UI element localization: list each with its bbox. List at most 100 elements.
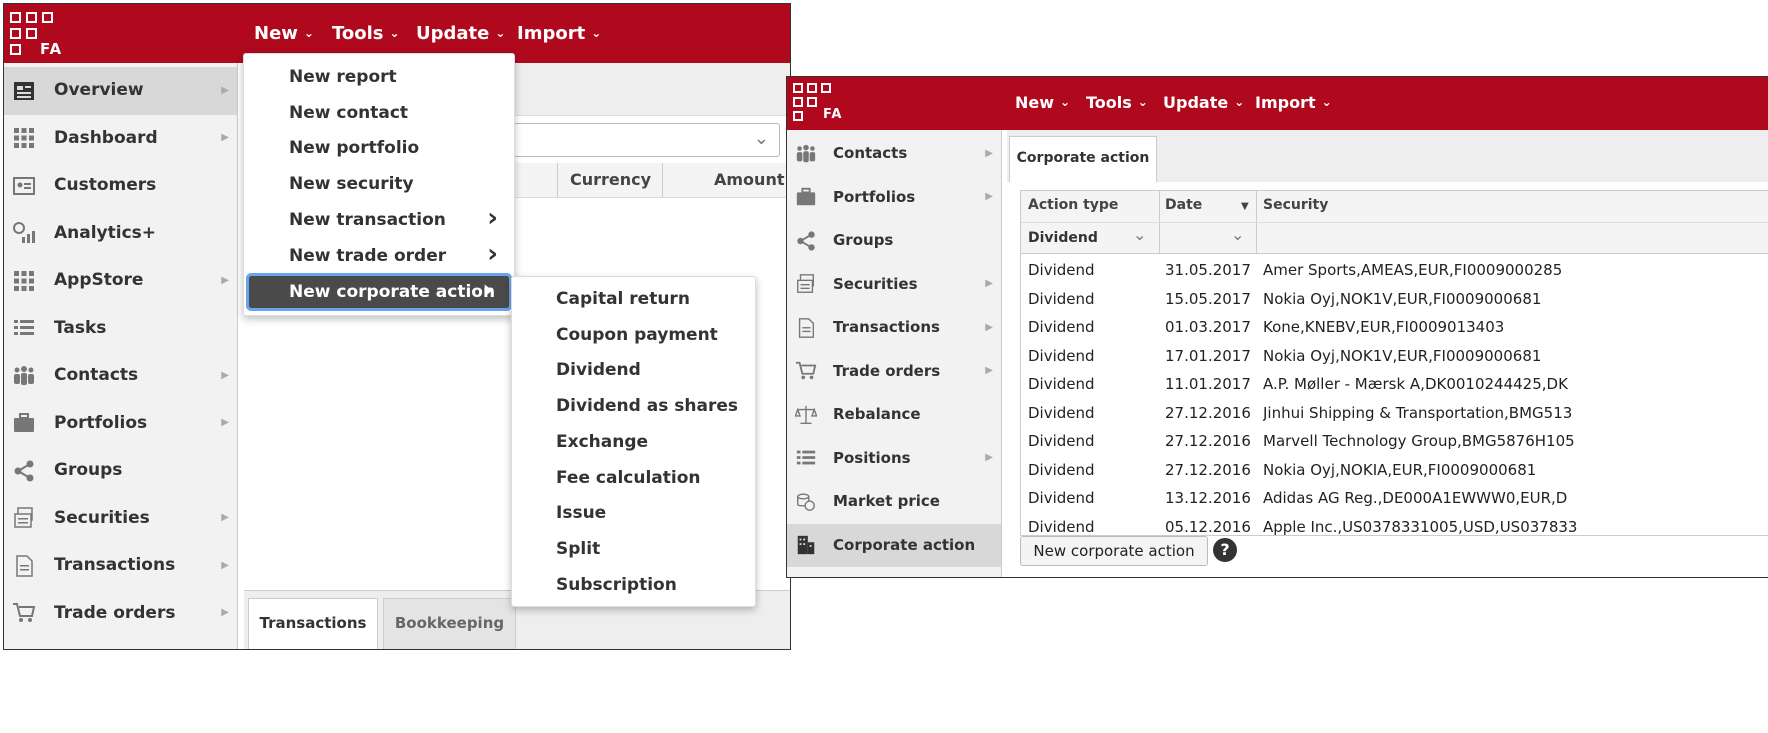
sidebar-item-appstore[interactable]: AppStore ▶ bbox=[4, 257, 237, 305]
menu-item-label: New report bbox=[289, 67, 397, 87]
cell-date: 11.01.2017 bbox=[1165, 375, 1251, 393]
submenu-item-dividend-as-shares[interactable]: Dividend as shares bbox=[512, 390, 755, 422]
sidebar-item-rebalance[interactable]: Rebalance bbox=[787, 393, 1001, 437]
table-row[interactable]: Dividend 15.05.2017 Nokia Oyj,NOK1V,EUR,FI… bbox=[1021, 286, 1768, 314]
sort-desc-icon[interactable]: ▼ bbox=[1241, 201, 1249, 212]
table-row[interactable]: Dividend 17.01.2017 Nokia Oyj,NOK1V,EUR,FI… bbox=[1021, 343, 1768, 371]
sidebar-item-label: Rebalance bbox=[833, 405, 921, 424]
table-row[interactable]: Dividend 11.01.2017 A.P. Møller - Mærsk A,… bbox=[1021, 371, 1768, 399]
table-row[interactable]: Dividend 01.03.2017 Kone,KNEBV,EUR,FI00090… bbox=[1021, 314, 1768, 342]
submenu-item-exchange[interactable]: Exchange bbox=[512, 426, 755, 458]
cell-security: Nokia Oyj,NOK1V,EUR,FI0009000681 bbox=[1263, 289, 1542, 308]
sidebar-item-analytics[interactable]: Analytics+ bbox=[4, 210, 237, 258]
cell-security: Kone,KNEBV,EUR,FI0009013403 bbox=[1263, 318, 1505, 336]
cell-type: Dividend bbox=[1028, 403, 1095, 422]
submenu-item-subscription[interactable]: Subscription bbox=[512, 569, 755, 601]
menu-tools[interactable]: Tools ⌄ bbox=[332, 23, 400, 44]
sidebar-item-securities[interactable]: Securities ▶ bbox=[787, 263, 1001, 307]
submenu-item-dividend[interactable]: Dividend bbox=[512, 354, 755, 386]
tab-transactions[interactable]: Transactions bbox=[248, 598, 378, 649]
submenu-item-split[interactable]: Split bbox=[512, 533, 755, 565]
transactions-icon bbox=[795, 317, 817, 339]
caret-right-icon: ▶ bbox=[221, 369, 229, 381]
sidebar-item-label: Portfolios bbox=[833, 187, 916, 206]
column-header-security[interactable]: Security bbox=[1263, 197, 1328, 213]
submenu-item-fee-calculation[interactable]: Fee calculation bbox=[512, 462, 755, 494]
table-row[interactable]: Dividend 13.12.2016 Adidas AG Reg.,DE000A1… bbox=[1021, 485, 1768, 513]
table-row[interactable]: Dividend 27.12.2016 Nokia Oyj,NOKIA,EUR,FI… bbox=[1021, 457, 1768, 485]
menu-update[interactable]: Update ⌄ bbox=[1163, 93, 1244, 112]
sidebar-item-label: Contacts bbox=[54, 365, 139, 386]
menu-tools[interactable]: Tools ⌄ bbox=[1086, 93, 1148, 112]
table-row[interactable]: Dividend 27.12.2016 Marvell Technology Gro… bbox=[1021, 428, 1768, 456]
menu-item-new-report[interactable]: New report bbox=[244, 61, 514, 93]
help-icon[interactable]: ? bbox=[1213, 538, 1237, 562]
cell-date: 27.12.2016 bbox=[1165, 403, 1251, 422]
appstore-icon bbox=[12, 269, 36, 293]
sidebar-item-securities[interactable]: Securities ▶ bbox=[4, 495, 237, 543]
cell-security: A.P. Møller - Mærsk A,DK0010244425,DK bbox=[1263, 375, 1568, 393]
sidebar-item-label: Securities bbox=[54, 507, 150, 528]
sidebar-item-portfolios[interactable]: Portfolios ▶ bbox=[787, 176, 1001, 220]
chevron-down-icon: ⌄ bbox=[753, 128, 769, 149]
sidebar-item-overview[interactable]: Overview ▶ bbox=[4, 67, 237, 115]
sidebar-item-transactions[interactable]: Transactions ▶ bbox=[4, 542, 237, 590]
cell-date: 01.03.2017 bbox=[1165, 318, 1251, 336]
sidebar-item-groups[interactable]: Groups bbox=[4, 447, 237, 495]
menu-item-label: New transaction bbox=[289, 209, 446, 230]
submenu-item-capital-return[interactable]: Capital return bbox=[512, 283, 755, 315]
chevron-down-icon[interactable]: ⌄ bbox=[1133, 225, 1146, 244]
column-header-date[interactable]: Date bbox=[1165, 197, 1202, 213]
menu-new[interactable]: New ⌄ bbox=[1015, 93, 1070, 112]
sidebar-item-groups[interactable]: Groups bbox=[787, 219, 1001, 263]
menu-item-new-contact[interactable]: New contact bbox=[244, 97, 514, 129]
menu-item-new-portfolio[interactable]: New portfolio bbox=[244, 132, 514, 164]
caret-right-icon: ▶ bbox=[985, 191, 993, 203]
sidebar-item-contacts[interactable]: Contacts ▶ bbox=[787, 132, 1001, 176]
sidebar-item-corporate-action[interactable]: Corporate action bbox=[787, 523, 1001, 567]
submenu-item-coupon-payment[interactable]: Coupon payment bbox=[512, 319, 755, 351]
menu-item-label: New corporate action bbox=[289, 282, 496, 303]
menu-item-new-trade-order[interactable]: New trade order › bbox=[244, 239, 514, 272]
cell-security: Adidas AG Reg.,DE000A1EWWW0,EUR,D bbox=[1263, 489, 1568, 507]
menu-item-new-transaction[interactable]: New transaction › bbox=[244, 202, 514, 236]
sidebar-item-customers[interactable]: Customers bbox=[4, 162, 237, 210]
cell-date: 05.12.2016 bbox=[1165, 517, 1251, 536]
table-row[interactable]: Dividend 05.12.2016 Apple Inc.,US037833100… bbox=[1021, 514, 1768, 536]
new-corporate-action-button[interactable]: New corporate action bbox=[1020, 536, 1208, 566]
sidebar-item-trade-orders[interactable]: Trade orders ▶ bbox=[787, 350, 1001, 394]
table-row[interactable]: Dividend 27.12.2016 Jinhui Shipping & Tran… bbox=[1021, 400, 1768, 428]
menu-item-new-security[interactable]: New security bbox=[244, 168, 514, 200]
tab-corporate-action[interactable]: Corporate action bbox=[1009, 136, 1157, 183]
tab-bookkeeping[interactable]: Bookkeeping bbox=[383, 598, 516, 649]
chevron-down-icon[interactable]: ⌄ bbox=[1231, 225, 1244, 244]
chevron-right-icon: › bbox=[487, 202, 498, 233]
menu-update[interactable]: Update ⌄ bbox=[416, 23, 505, 44]
sidebar-item-trade-orders[interactable]: Trade orders ▶ bbox=[4, 590, 237, 638]
menu-import[interactable]: Import ⌄ bbox=[517, 23, 601, 44]
sidebar-item-transactions[interactable]: Transactions ▶ bbox=[787, 306, 1001, 350]
sidebar-item-portfolios[interactable]: Portfolios ▶ bbox=[4, 400, 237, 448]
sidebar-item-tasks[interactable]: Tasks bbox=[4, 305, 237, 353]
caret-right-icon: ▶ bbox=[221, 512, 229, 524]
submenu-item-issue[interactable]: Issue bbox=[512, 497, 755, 529]
sidebar-item-positions[interactable]: Positions ▶ bbox=[787, 437, 1001, 481]
menu-new[interactable]: New ⌄ bbox=[254, 23, 314, 44]
menu-item-new-corporate-action[interactable]: New corporate action › bbox=[246, 273, 512, 312]
filter-select[interactable]: ⌄ bbox=[506, 123, 780, 157]
column-header-action-type[interactable]: Action type bbox=[1028, 197, 1118, 213]
sidebar-item-market-price[interactable]: Market price bbox=[787, 480, 1001, 524]
cell-date: 27.12.2016 bbox=[1165, 460, 1251, 479]
column-header-currency[interactable]: Currency bbox=[557, 163, 663, 197]
sidebar-item-contacts[interactable]: Contacts ▶ bbox=[4, 352, 237, 400]
filter-action-type[interactable]: Dividend bbox=[1028, 230, 1098, 246]
filter-security[interactable] bbox=[1258, 223, 1768, 252]
column-header-amount[interactable]: Amount bbox=[714, 163, 784, 197]
table-row[interactable]: Dividend 31.05.2017 Amer Sports,AMEAS,EUR,… bbox=[1021, 257, 1768, 285]
caret-right-icon: ▶ bbox=[985, 278, 993, 290]
sidebar-item-label: Securities bbox=[833, 274, 918, 293]
corporate-action-icon bbox=[795, 534, 817, 556]
cell-date: 15.05.2017 bbox=[1165, 289, 1251, 308]
sidebar-item-dashboard[interactable]: Dashboard ▶ bbox=[4, 115, 237, 163]
menu-import[interactable]: Import ⌄ bbox=[1255, 93, 1332, 112]
